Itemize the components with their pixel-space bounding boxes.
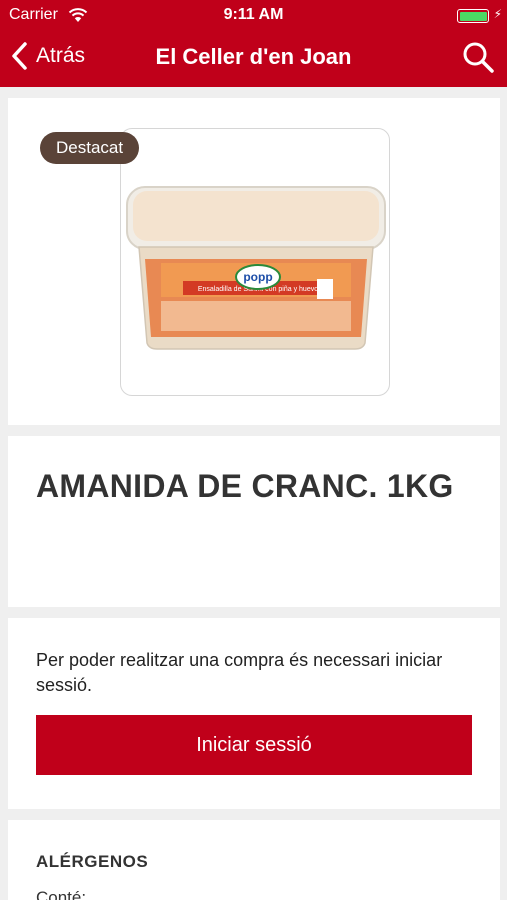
featured-badge: Destacat bbox=[40, 132, 140, 164]
login-button[interactable]: Iniciar sessió bbox=[36, 715, 472, 775]
product-title-card: AMANIDA DE CRANC. 1KG bbox=[8, 436, 500, 607]
navigation-bar: Atrás El Celler d'en Joan bbox=[0, 30, 507, 87]
search-icon[interactable] bbox=[461, 40, 495, 74]
page-title: El Celler d'en Joan bbox=[155, 44, 352, 69]
status-bar: Carrier 9:11 AM ⚡ bbox=[0, 0, 507, 30]
battery-icon bbox=[457, 9, 489, 23]
product-image-card: Destacat Ensaladilla de Surimi con piña … bbox=[8, 98, 500, 425]
allergens-contains-label: Conté: bbox=[36, 888, 87, 900]
product-image: Ensaladilla de Surimi con piña y huevo p… bbox=[126, 186, 386, 350]
allergens-card: ALÉRGENOS Conté: bbox=[8, 820, 500, 900]
clock: 9:11 AM bbox=[223, 6, 284, 23]
charging-icon: ⚡ bbox=[493, 7, 502, 21]
image-brand: popp bbox=[243, 270, 272, 284]
product-title: AMANIDA DE CRANC. 1KG bbox=[36, 468, 454, 504]
login-card: Per poder realitzar una compra és necess… bbox=[8, 618, 500, 809]
product-image-carousel[interactable]: Ensaladilla de Surimi con piña y huevo p… bbox=[120, 128, 390, 396]
allergens-heading: ALÉRGENOS bbox=[36, 852, 149, 871]
login-message: Per poder realitzar una compra és necess… bbox=[36, 650, 443, 695]
